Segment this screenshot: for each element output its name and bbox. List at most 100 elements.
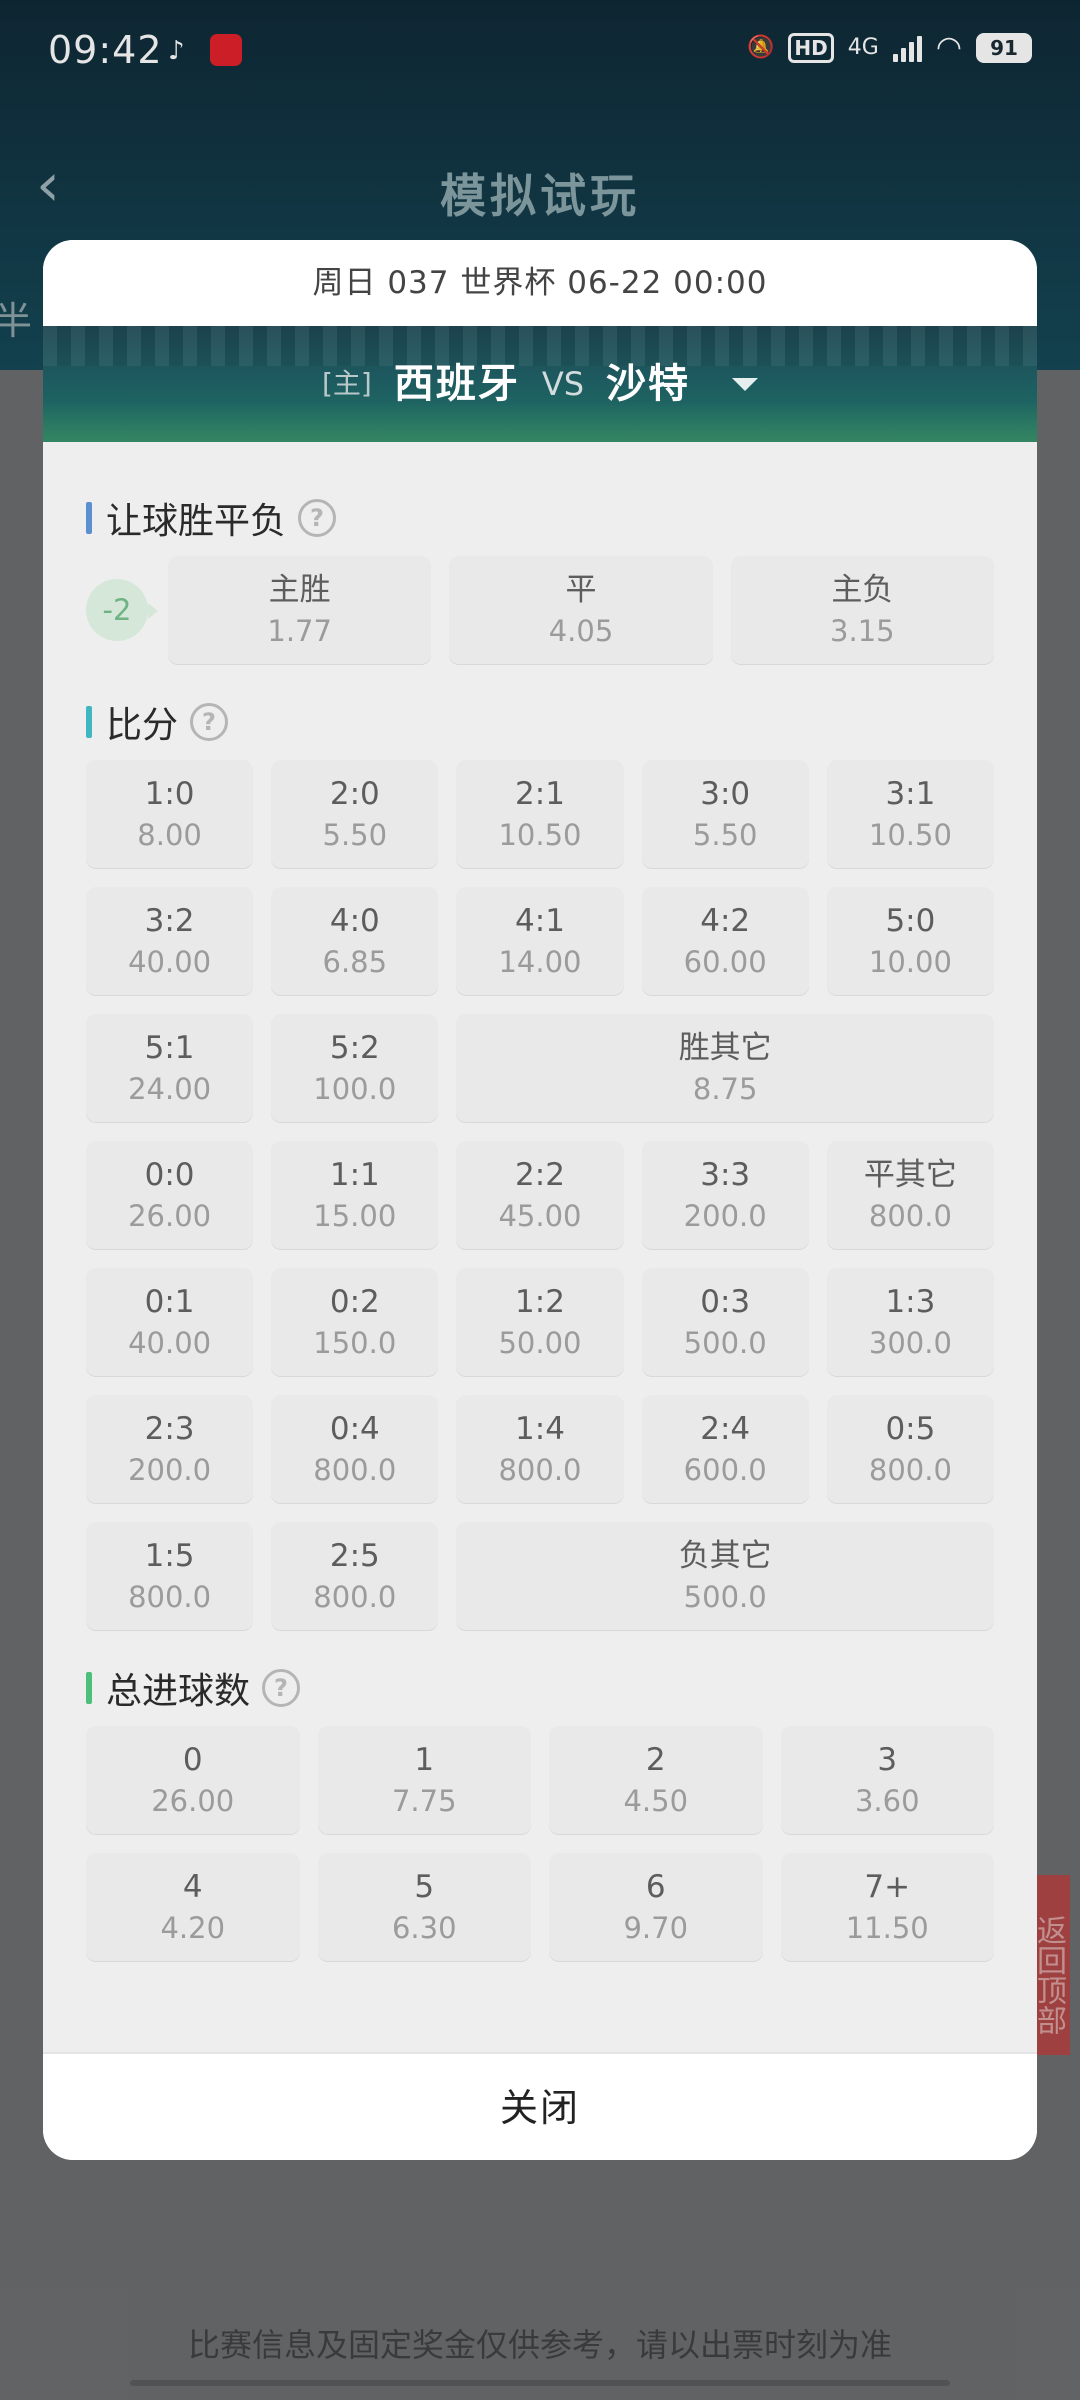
option-label: 0:5: [885, 1411, 936, 1447]
option-label: 4:0: [329, 903, 380, 939]
option-label: 2:5: [329, 1538, 380, 1574]
handicap-option[interactable]: 主负 3.15: [730, 556, 994, 664]
score-option[interactable]: 2:4 600.0: [641, 1395, 809, 1503]
total-goals-section-title: 总进球数 ?: [86, 1664, 994, 1712]
option-label: 3:3: [700, 1157, 751, 1193]
score-option[interactable]: 0:0 26.00: [86, 1141, 254, 1249]
handicap-option[interactable]: 平 4.05: [449, 556, 713, 664]
option-label: 1:2: [515, 1284, 565, 1320]
score-option[interactable]: 胜其它 8.75: [456, 1014, 994, 1122]
away-team: 沙特: [606, 361, 691, 407]
chevron-down-icon[interactable]: [732, 377, 759, 391]
option-label: 平: [565, 572, 597, 608]
score-option[interactable]: 0:2 150.0: [271, 1268, 439, 1376]
section-accent-bar: [86, 502, 92, 534]
option-odds: 10.50: [868, 818, 952, 852]
option-label: 0:1: [144, 1284, 195, 1320]
option-label: 0:3: [700, 1284, 751, 1320]
score-grid: 1:0 8.00 2:0 5.50 2:1 10.50 3:0 5.50 3:1 10.50 3:2…: [86, 760, 994, 1630]
option-label: 0: [182, 1742, 203, 1778]
option-odds: 800.0: [313, 1580, 397, 1614]
option-label: 0:4: [329, 1411, 380, 1447]
score-option[interactable]: 2:3 200.0: [86, 1395, 254, 1503]
option-label: 4:1: [515, 903, 565, 939]
close-button[interactable]: 关闭: [43, 2052, 1037, 2160]
score-option[interactable]: 1:1 15.00: [271, 1141, 439, 1249]
option-label: 7+: [864, 1869, 911, 1905]
home-tag: [主]: [321, 367, 372, 400]
option-label: 1:3: [885, 1284, 936, 1320]
score-option[interactable]: 5:0 10.00: [826, 887, 994, 995]
help-icon[interactable]: ?: [298, 499, 337, 537]
option-odds: 50.00: [498, 1326, 582, 1360]
option-odds: 15.00: [313, 1199, 397, 1233]
score-option[interactable]: 3:0 5.50: [641, 760, 809, 868]
option-odds: 10.50: [498, 818, 582, 852]
option-odds: 600.0: [683, 1453, 767, 1487]
score-option[interactable]: 1:3 300.0: [826, 1268, 994, 1376]
total-goals-option[interactable]: 5 6.30: [317, 1853, 531, 1961]
total-goals-option[interactable]: 2 4.50: [549, 1726, 763, 1834]
total-goals-option[interactable]: 4 4.20: [86, 1853, 300, 1961]
option-odds: 14.00: [498, 945, 582, 979]
teams-banner[interactable]: [主] 西班牙 VS 沙特: [43, 326, 1037, 442]
option-odds: 800.0: [128, 1580, 212, 1614]
score-option[interactable]: 4:1 14.00: [456, 887, 624, 995]
score-option[interactable]: 4:2 60.00: [641, 887, 809, 995]
total-goals-option[interactable]: 6 9.70: [549, 1853, 763, 1961]
option-label: 3:0: [700, 776, 751, 812]
help-icon[interactable]: ?: [262, 1669, 301, 1707]
option-odds: 9.70: [623, 1911, 689, 1945]
option-odds: 8.00: [137, 818, 202, 852]
option-odds: 26.00: [151, 1784, 235, 1818]
total-goals-option[interactable]: 0 26.00: [86, 1726, 300, 1834]
handicap-option[interactable]: 主胜 1.77: [168, 556, 432, 664]
score-option[interactable]: 2:1 10.50: [456, 760, 624, 868]
score-option[interactable]: 3:2 40.00: [86, 887, 254, 995]
score-option[interactable]: 0:5 800.0: [826, 1395, 994, 1503]
handicap-row: -2 主胜 1.77 平 4.05 主负 3.15: [86, 556, 994, 664]
help-icon[interactable]: ?: [190, 703, 229, 741]
total-goals-option[interactable]: 7+ 11.50: [780, 1853, 994, 1961]
option-label: 6: [645, 1869, 666, 1905]
score-option[interactable]: 4:0 6.85: [271, 887, 439, 995]
option-odds: 24.00: [128, 1072, 212, 1106]
score-option[interactable]: 0:1 40.00: [86, 1268, 254, 1376]
match-odds-modal: 周日 037 世界杯 06-22 00:00 [主] 西班牙 VS 沙特 让球胜…: [43, 240, 1037, 2160]
option-label: 2:2: [515, 1157, 565, 1193]
option-label: 负其它: [678, 1538, 772, 1574]
option-odds: 150.0: [313, 1326, 397, 1360]
score-option[interactable]: 2:2 45.00: [456, 1141, 624, 1249]
score-option[interactable]: 1:0 8.00: [86, 760, 254, 868]
score-option[interactable]: 负其它 500.0: [456, 1522, 994, 1630]
section-accent-bar: [86, 706, 92, 738]
score-option[interactable]: 2:0 5.50: [271, 760, 439, 868]
score-option[interactable]: 3:1 10.50: [826, 760, 994, 868]
score-option[interactable]: 5:2 100.0: [271, 1014, 439, 1122]
option-label: 5:1: [144, 1030, 195, 1066]
score-option[interactable]: 2:5 800.0: [271, 1522, 439, 1630]
option-odds: 4.05: [548, 614, 614, 648]
option-label: 主负: [831, 572, 894, 608]
total-goals-option[interactable]: 1 7.75: [317, 1726, 531, 1834]
option-odds: 6.30: [391, 1911, 457, 1945]
score-option[interactable]: 1:2 50.00: [456, 1268, 624, 1376]
option-label: 平其它: [863, 1157, 957, 1193]
score-section-title: 比分 ?: [86, 698, 994, 746]
score-option[interactable]: 3:3 200.0: [641, 1141, 809, 1249]
option-odds: 5.50: [322, 818, 388, 852]
option-odds: 45.00: [498, 1199, 582, 1233]
option-odds: 3.60: [854, 1784, 920, 1818]
score-option[interactable]: 0:4 800.0: [271, 1395, 439, 1503]
score-option[interactable]: 1:5 800.0: [86, 1522, 254, 1630]
score-option[interactable]: 平其它 800.0: [826, 1141, 994, 1249]
option-label: 2: [645, 1742, 666, 1778]
option-odds: 40.00: [128, 945, 212, 979]
handicap-tag: -2: [86, 579, 158, 641]
option-odds: 800.0: [498, 1453, 582, 1487]
score-option[interactable]: 5:1 24.00: [86, 1014, 254, 1122]
score-option[interactable]: 0:3 500.0: [641, 1268, 809, 1376]
option-odds: 11.50: [845, 1911, 929, 1945]
total-goals-option[interactable]: 3 3.60: [780, 1726, 994, 1834]
score-option[interactable]: 1:4 800.0: [456, 1395, 624, 1503]
